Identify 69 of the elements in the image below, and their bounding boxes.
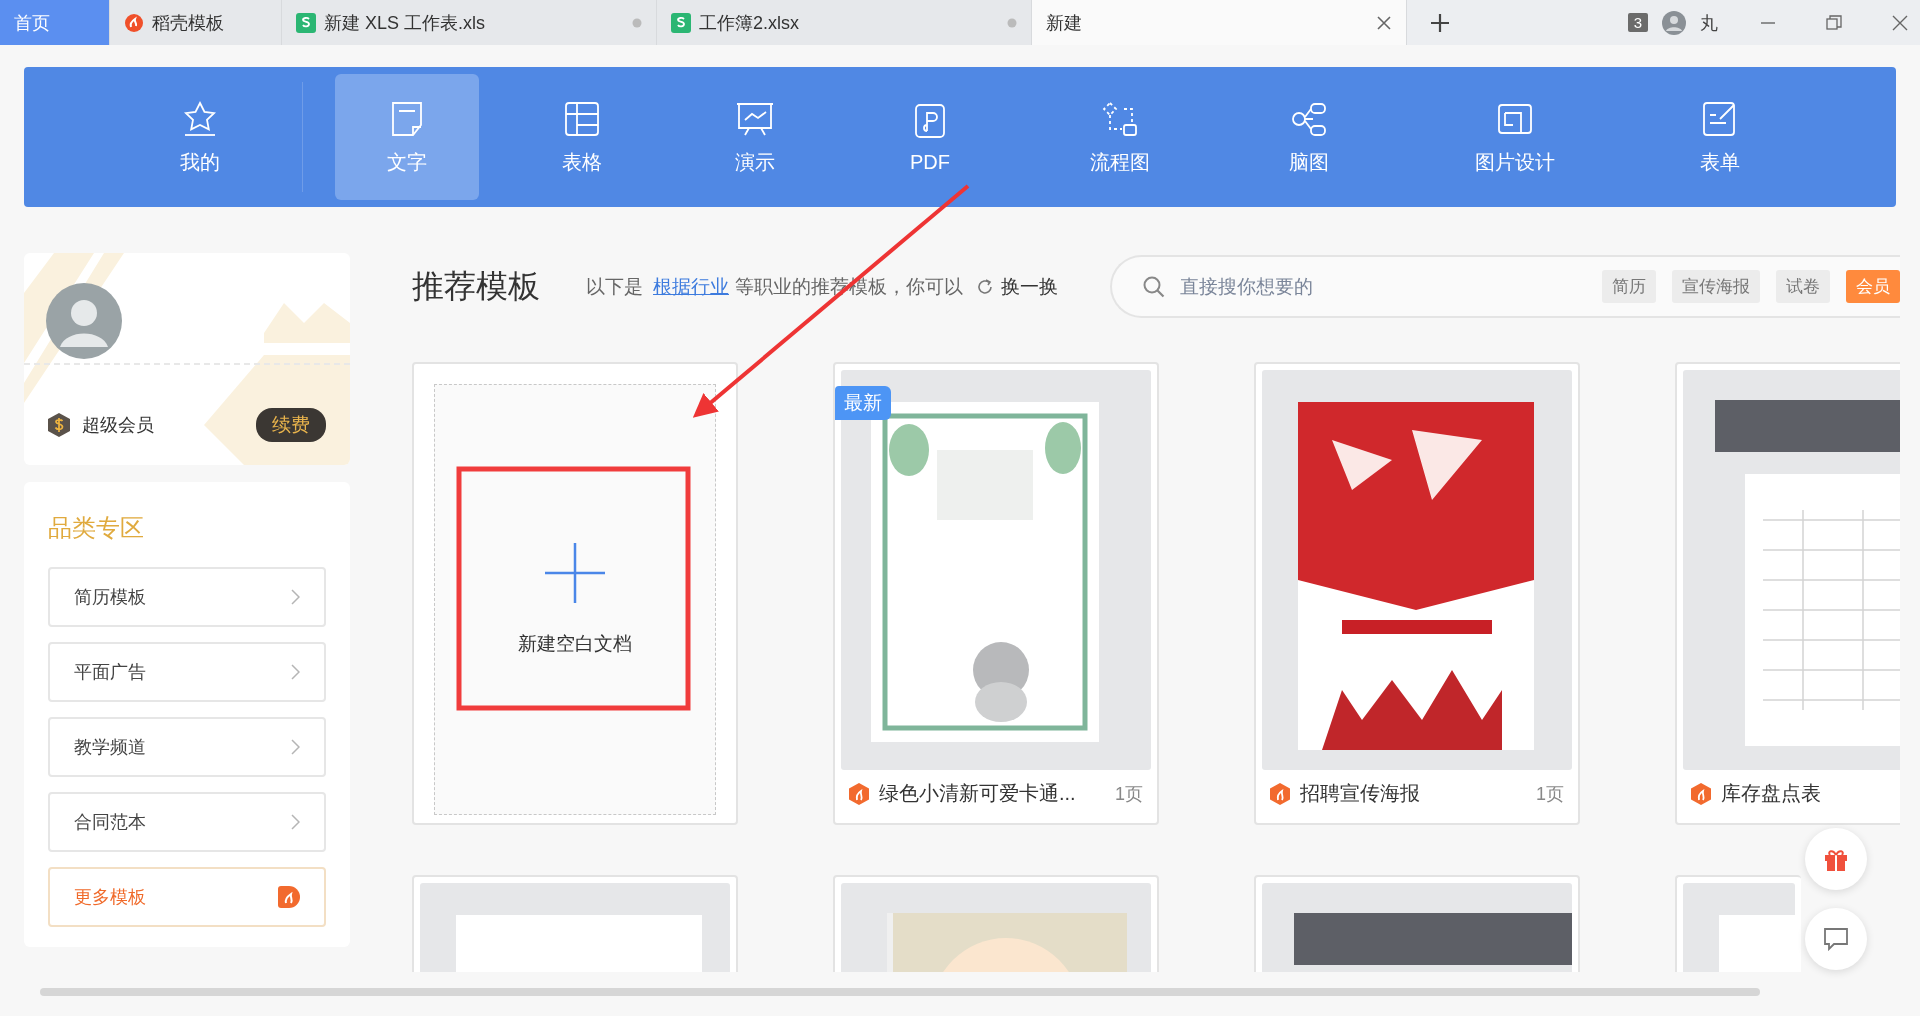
avatar-icon[interactable] xyxy=(44,281,124,361)
search-icon xyxy=(1142,274,1166,299)
spreadsheet-icon xyxy=(671,12,691,33)
tab[interactable]: 稻壳模板 xyxy=(110,0,282,45)
member-badge-icon xyxy=(48,413,70,437)
template-title: 招聘宣传海报 xyxy=(1300,781,1421,806)
category-button[interactable]: 合同范本 xyxy=(48,792,326,852)
template-card[interactable]: 招聘宣传海报 1页 xyxy=(1254,362,1580,825)
template-title: 库存盘点表 xyxy=(1721,781,1822,806)
gift-button[interactable] xyxy=(1805,828,1867,890)
window-count-badge[interactable]: 3 xyxy=(1627,13,1648,32)
more-templates-button[interactable]: 更多模板 xyxy=(48,867,326,927)
refresh-icon xyxy=(977,278,993,295)
spreadsheet-icon xyxy=(296,12,316,33)
chevron-right-icon xyxy=(291,739,300,755)
search-tag[interactable]: 简历 xyxy=(1602,270,1656,303)
dot-icon xyxy=(632,17,642,28)
intro-text: 以下是 xyxy=(586,274,643,299)
add-tab-icon[interactable] xyxy=(1430,12,1450,33)
flame-logo-icon xyxy=(1691,782,1711,805)
category-button[interactable]: 平面广告 xyxy=(48,642,326,702)
tab[interactable]: 新建 xyxy=(1032,0,1407,45)
tab[interactable]: 新建 XLS 工作表.xls xyxy=(282,0,657,45)
tab[interactable]: 首页 xyxy=(0,0,110,45)
template-card[interactable]: 最新 绿色小清新可爱卡通... 1页 xyxy=(833,362,1159,825)
chevron-right-icon xyxy=(291,589,300,605)
user-name[interactable]: 丸 xyxy=(1700,10,1718,35)
renew-button[interactable]: 续费 xyxy=(256,408,326,442)
template-title: 绿色小清新可爱卡通... xyxy=(879,781,1077,806)
category-tab[interactable]: 演示 xyxy=(683,74,827,200)
close-icon[interactable] xyxy=(1376,14,1392,31)
industry-link[interactable]: 根据行业 xyxy=(653,273,729,300)
member-level: 超级会员 xyxy=(82,414,155,437)
category-tab[interactable]: 图片设计 xyxy=(1443,74,1587,200)
category-button[interactable]: 简历模板 xyxy=(48,567,326,627)
category-tab[interactable]: 脑图 xyxy=(1237,74,1381,200)
flame-logo-icon xyxy=(1270,782,1290,805)
page-count: 1页 xyxy=(1536,782,1564,806)
new-blank-document-button[interactable]: 新建空白文档 xyxy=(434,384,716,815)
search-tag[interactable]: 试卷 xyxy=(1776,270,1830,303)
flame-logo-icon xyxy=(124,12,144,33)
new-badge: 最新 xyxy=(835,386,891,420)
chevron-right-icon xyxy=(291,664,300,680)
flame-logo-icon xyxy=(849,782,869,805)
tab[interactable]: 工作簿2.xlsx xyxy=(657,0,1032,45)
chat-icon xyxy=(1823,927,1849,951)
category-tab[interactable]: 表单 xyxy=(1648,74,1792,200)
search-tag[interactable]: 宣传海报 xyxy=(1672,270,1760,303)
chevron-right-icon xyxy=(291,814,300,830)
category-button[interactable]: 教学频道 xyxy=(48,717,326,777)
panel-title: 品类专区 xyxy=(48,513,145,543)
close-icon[interactable] xyxy=(1892,14,1908,31)
template-card[interactable]: 库存盘点表 xyxy=(1675,362,1900,825)
page-count: 1页 xyxy=(1115,782,1143,806)
refresh-button[interactable]: 换一换 xyxy=(977,273,1058,300)
scrollbar[interactable] xyxy=(40,988,1760,996)
avatar-icon[interactable] xyxy=(1662,10,1686,35)
restore-icon[interactable] xyxy=(1826,14,1842,31)
category-tab[interactable]: 我的 xyxy=(128,74,272,200)
chat-button[interactable] xyxy=(1805,908,1867,970)
search-field[interactable]: 直接搜你想要的 简历 宣传海报 试卷 会员 xyxy=(1110,255,1900,318)
category-tab[interactable]: 流程图 xyxy=(1048,74,1192,200)
plus-icon xyxy=(545,542,605,603)
dot-icon xyxy=(1007,17,1017,28)
template-card[interactable]: 新建空白文档 xyxy=(412,362,738,825)
section-title: 推荐模板 xyxy=(412,266,540,306)
flame-logo-icon xyxy=(278,886,300,908)
category-tab[interactable]: 表格 xyxy=(510,74,654,200)
category-tab[interactable]: PDF xyxy=(858,74,1002,200)
